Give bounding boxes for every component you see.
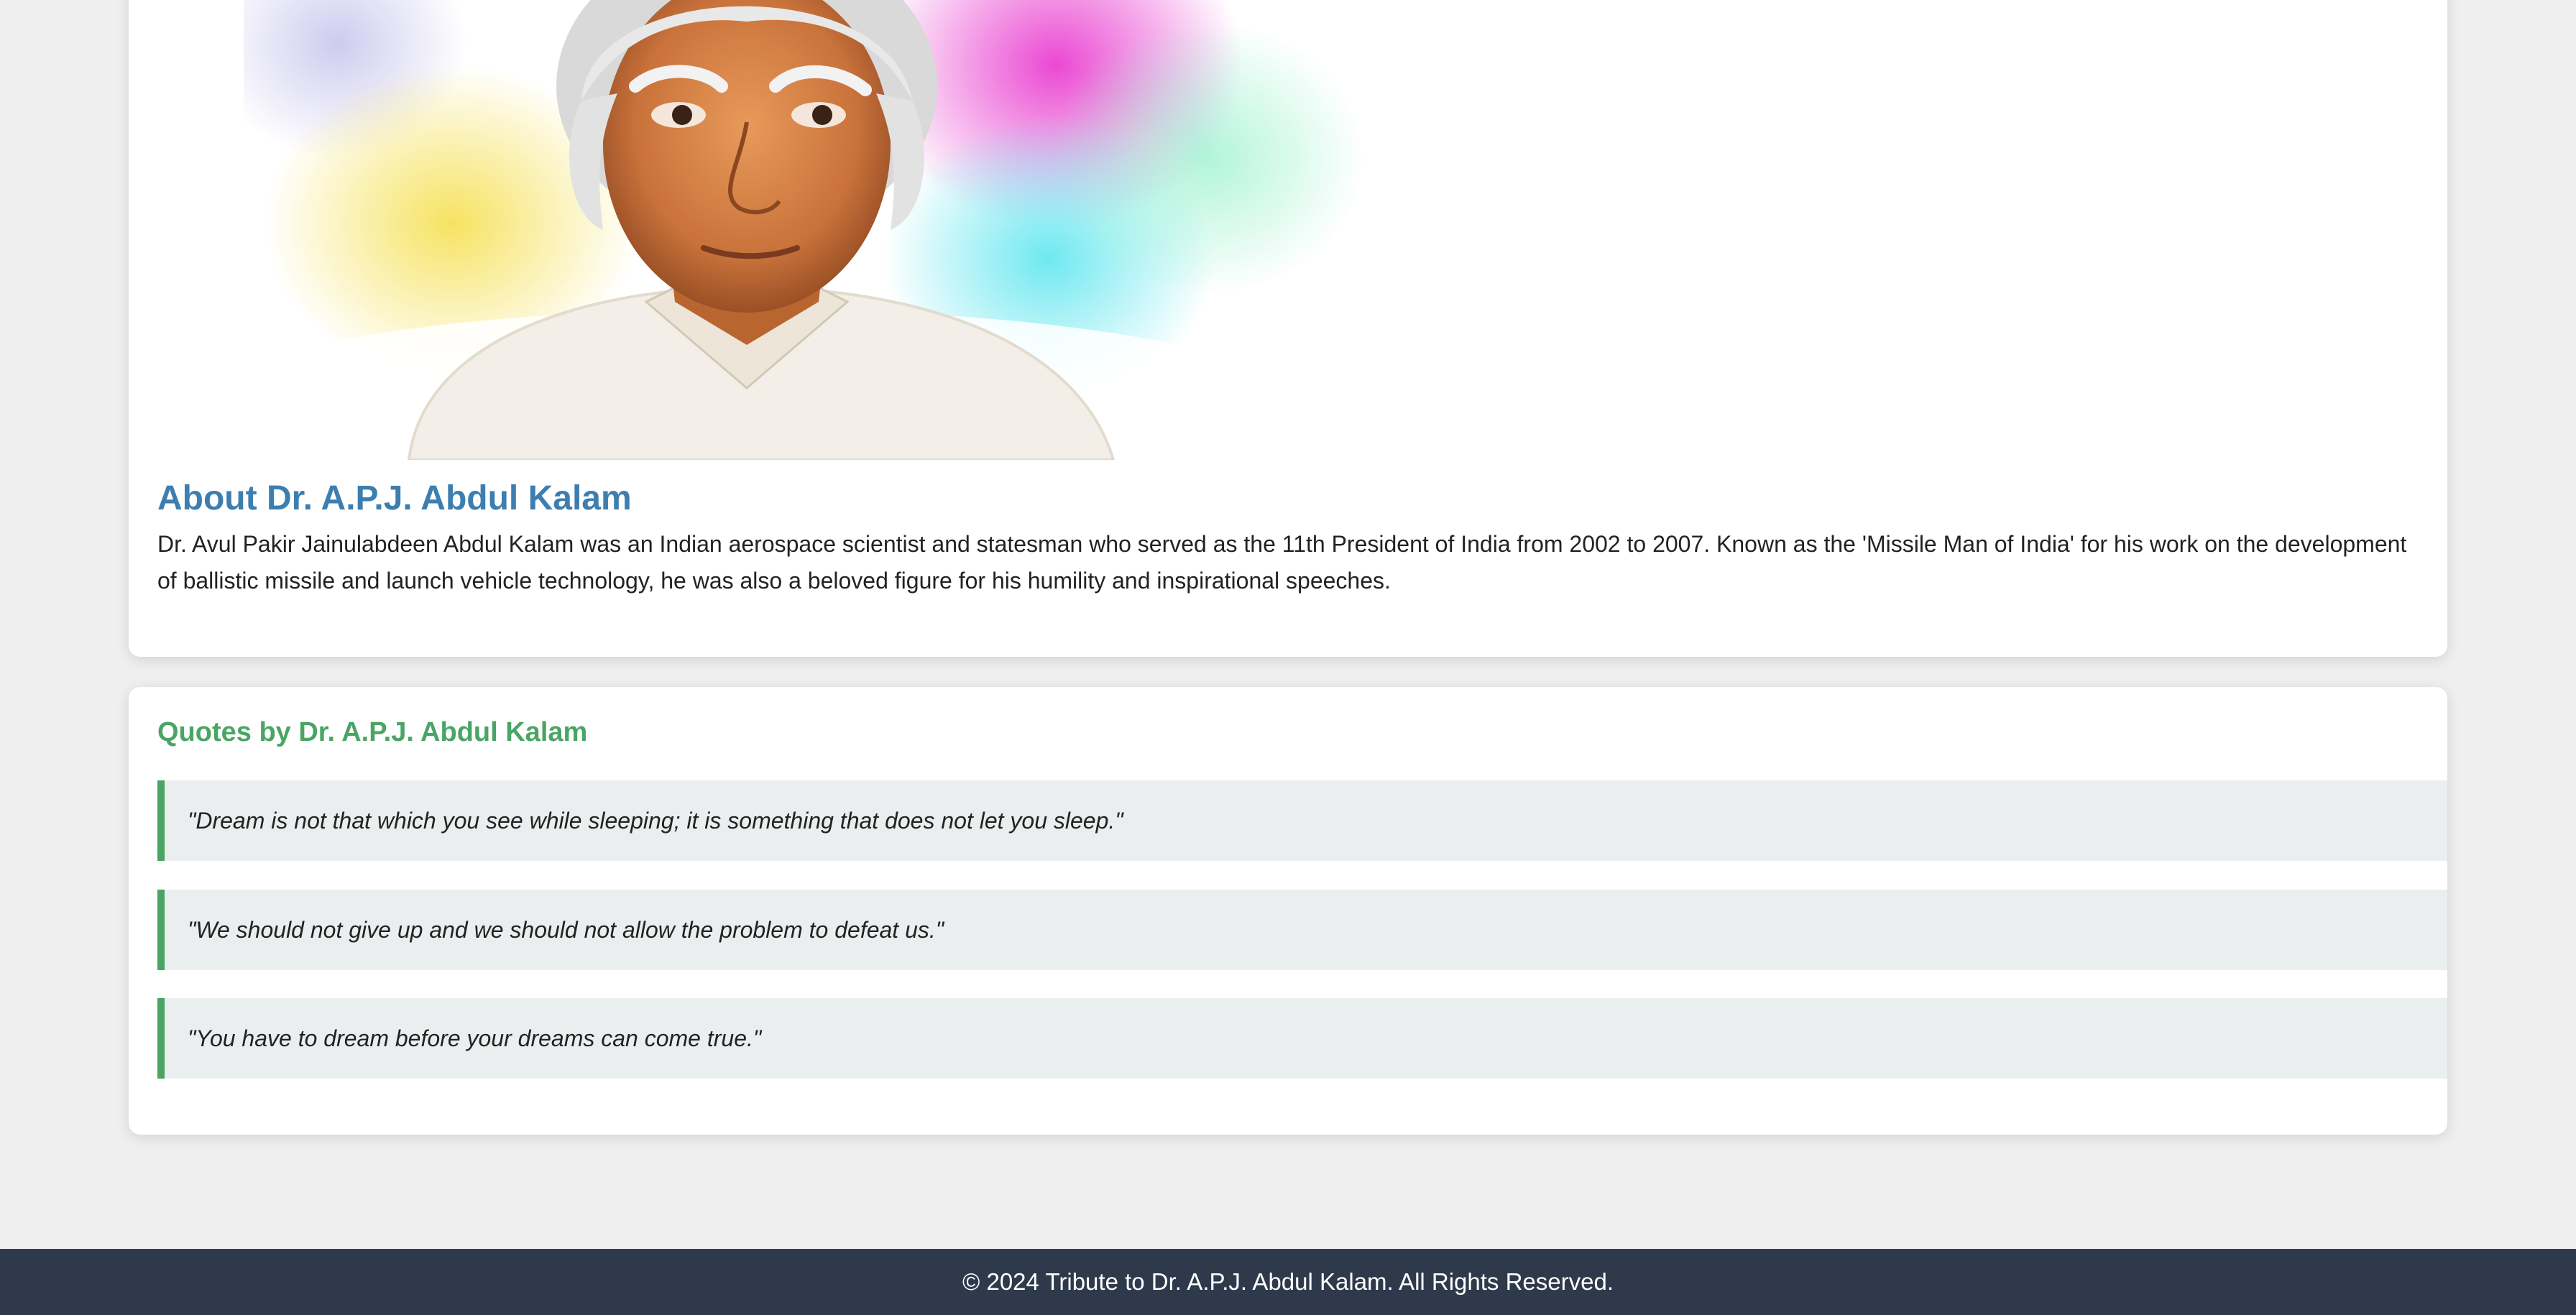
about-title: About Dr. A.P.J. Abdul Kalam — [157, 479, 632, 517]
about-section: About Dr. A.P.J. Abdul Kalam Dr. Avul Pa… — [129, 0, 2447, 657]
about-description: Dr. Avul Pakir Jainulabdeen Abdul Kalam … — [157, 531, 2407, 594]
footer: © 2024 Tribute to Dr. A.P.J. Abdul Kalam… — [0, 1249, 2576, 1315]
quote-item: "Dream is not that which you see while s… — [157, 780, 2447, 861]
footer-copyright: © 2024 Tribute to Dr. A.P.J. Abdul Kalam… — [962, 1268, 1614, 1295]
quote-item: "We should not give up and we should not… — [157, 890, 2447, 970]
kalam-portrait-image — [244, 0, 1394, 460]
quote-item: "You have to dream before your dreams ca… — [157, 998, 2447, 1079]
quotes-section: Quotes by Dr. A.P.J. Abdul Kalam "Dream … — [129, 687, 2447, 1135]
quotes-title: Quotes by Dr. A.P.J. Abdul Kalam — [157, 717, 588, 747]
